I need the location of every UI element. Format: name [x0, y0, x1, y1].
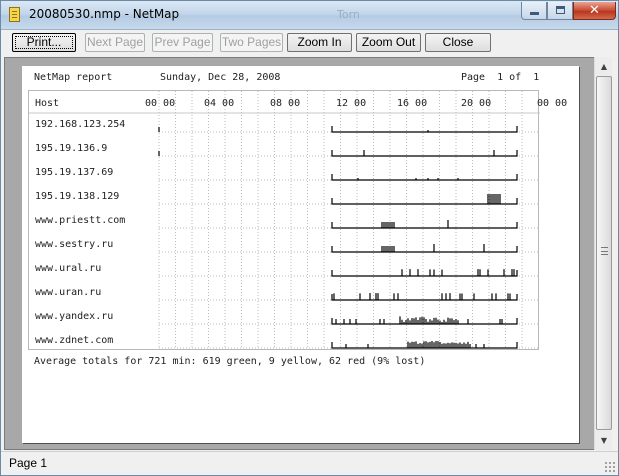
- host-trace: [158, 150, 518, 157]
- scroll-down-icon[interactable]: ▼: [596, 432, 612, 449]
- preview-toolbar: Print... Next Page Prev Page Two Pages Z…: [1, 30, 618, 57]
- close-window-button[interactable]: ✕: [573, 2, 616, 20]
- close-icon: ✕: [589, 3, 600, 18]
- hour-label: 00 00: [145, 98, 176, 109]
- hour-label: 08 00: [270, 98, 301, 109]
- title-bar[interactable]: 20080530.nmp - NetMap Torn ✕: [1, 1, 618, 30]
- minimize-button[interactable]: [521, 2, 547, 20]
- host-header: Host: [35, 98, 60, 109]
- background-window-title: Torn: [337, 8, 360, 21]
- report-grid: Host 00 00 04 00 08 00 12 00 16 00 20 00 00 00…: [28, 90, 567, 351]
- host-name: www.priestt.com: [35, 215, 126, 226]
- status-bar: Page 1: [1, 451, 618, 475]
- host-name: 195.19.138.129: [35, 191, 120, 202]
- host-name: www.zdnet.com: [35, 335, 114, 346]
- report-page: NetMap report Sunday, Dec 28, 2008 Page …: [22, 66, 579, 443]
- zoom-in-button[interactable]: Zoom In: [287, 33, 352, 52]
- host-trace: [331, 174, 518, 181]
- host-name: www.sestry.ru: [35, 239, 114, 250]
- netmap-window: 20080530.nmp - NetMap Torn ✕ Print... Ne…: [0, 0, 619, 476]
- maximize-button[interactable]: [547, 2, 573, 20]
- page-indicator: Page 1 of 1: [461, 72, 540, 83]
- hour-label: 04 00: [204, 98, 235, 109]
- netmap-app-icon: [9, 7, 20, 22]
- hour-label: 12 00: [336, 98, 367, 109]
- print-button[interactable]: Print...: [12, 33, 76, 52]
- hour-label: 20 00: [461, 98, 492, 109]
- scroll-thumb[interactable]: [596, 76, 612, 430]
- resize-grip-icon[interactable]: [604, 461, 616, 473]
- print-preview-area[interactable]: NetMap report Sunday, Dec 28, 2008 Page …: [4, 57, 596, 450]
- vertical-scrollbar[interactable]: ▲ ▼: [594, 57, 612, 450]
- next-page-button[interactable]: Next Page: [85, 33, 145, 52]
- grip-icon: [601, 247, 608, 255]
- host-name: 192.168.123.254: [35, 119, 126, 130]
- hour-label: 00 00: [537, 98, 568, 109]
- hour-label: 16 00: [397, 98, 428, 109]
- report-title: NetMap report: [34, 72, 113, 83]
- close-button[interactable]: Close: [425, 33, 491, 52]
- window-title: 20080530.nmp - NetMap: [29, 7, 180, 21]
- host-name: 195.19.137.69: [35, 167, 114, 178]
- scroll-up-icon[interactable]: ▲: [596, 58, 612, 75]
- report-date: Sunday, Dec 28, 2008: [160, 72, 281, 83]
- host-trace: [158, 126, 518, 133]
- zoom-out-button[interactable]: Zoom Out: [356, 33, 421, 52]
- totals-summary: Average totals for 721 min: 619 green, 9…: [34, 356, 426, 367]
- host-name: www.uran.ru: [35, 287, 102, 298]
- prev-page-button[interactable]: Prev Page: [152, 33, 213, 52]
- maximize-icon: [556, 6, 565, 14]
- host-name: www.ural.ru: [35, 263, 102, 274]
- status-page: Page 1: [9, 456, 48, 470]
- two-pages-button[interactable]: Two Pages: [220, 33, 283, 52]
- host-name: www.yandex.ru: [35, 311, 114, 322]
- host-name: 195.19.136.9: [35, 143, 108, 154]
- minimize-icon: [530, 12, 539, 15]
